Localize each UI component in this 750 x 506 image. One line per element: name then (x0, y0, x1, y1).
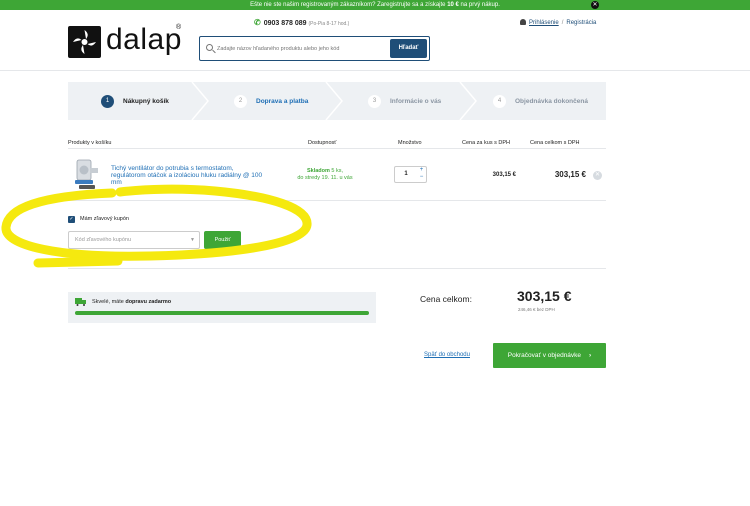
order-total-without-vat: 246,46 € bez DPH (518, 307, 555, 312)
delivery-date: do stredy 19. 11. u vás (297, 175, 353, 181)
banner-close-icon[interactable]: ✕ (591, 1, 599, 9)
col-availability: Dostupnosť (308, 140, 337, 146)
step-shipping-label: Doprava a platba (256, 97, 309, 105)
truck-icon (75, 298, 86, 306)
free-shipping-text: Skvelé, máte dopravu zadarmo (92, 299, 171, 305)
coupon-code-select[interactable]: Kód zľavového kupónu ▼ (68, 231, 200, 249)
search-icon (206, 44, 213, 51)
step-customer-info: 3 Informácie o vás (368, 82, 441, 120)
chevron-down-icon: ▼ (190, 237, 195, 243)
account-links: Prihlásenie / Registrácia (520, 19, 596, 26)
yellow-highlight-annotation (1, 184, 312, 268)
step-complete-label: Objednávka dokončená (515, 97, 588, 105)
quantity-value[interactable]: 1 (395, 167, 417, 182)
free-shipping-prefix: Skvelé, máte (92, 299, 126, 305)
quantity-decrease-button[interactable]: − (417, 174, 426, 181)
banner-text-prefix: Ešte nie ste našim registrovaným zákazní… (250, 2, 448, 8)
unit-price: 303,15 € (492, 172, 516, 178)
product-image[interactable] (74, 158, 100, 191)
coupon-divider (68, 268, 606, 269)
step-info-label: Informácie o vás (390, 97, 442, 105)
banner-text-suffix: na prvý nákup. (458, 2, 500, 8)
line-total-price: 303,15 € (554, 170, 586, 179)
step-info-number: 3 (368, 94, 381, 108)
apply-coupon-button[interactable]: Použiť (204, 231, 241, 249)
coupon-checkbox[interactable]: ✓ (68, 216, 75, 223)
contact-phone[interactable]: ✆ 0903 878 089 (Po-Pia 8-17 hod.) (254, 18, 349, 27)
row-divider (68, 200, 606, 201)
col-total-price: Cena celkom s DPH (530, 140, 580, 146)
step-complete-number: 4 (493, 94, 506, 108)
banner-highlight: 10 € (447, 2, 459, 8)
col-unit-price: Cena za kus s DPH (462, 140, 510, 146)
col-quantity: Množstvo (398, 140, 422, 146)
account-separator: / (561, 20, 564, 26)
free-shipping-box: Skvelé, máte dopravu zadarmo (68, 292, 376, 323)
product-availability: Skladom 5 ks, do stredy 19. 11. u vás (286, 168, 364, 182)
checkout-steps: 1 Nákupný košík 2 Doprava a platba 3 Inf… (68, 82, 606, 120)
register-link[interactable]: Registrácia (566, 20, 596, 26)
step-order-complete: 4 Objednávka dokončená (493, 82, 588, 120)
continue-order-label: Pokračovať v objednávke (507, 352, 582, 359)
step-shipping-number: 2 (234, 94, 247, 108)
logo-registered-mark: ® (176, 24, 182, 31)
quantity-increase-button[interactable]: + (417, 167, 426, 174)
phone-hours: (Po-Pia 8-17 hod.) (308, 21, 350, 27)
chevron-right-icon: › (589, 352, 592, 359)
free-shipping-progress-bar (75, 311, 369, 315)
step-shipping-payment[interactable]: 2 Doprava a platba (234, 82, 308, 120)
remove-item-icon[interactable]: ✕ (593, 171, 602, 180)
user-icon (520, 19, 526, 25)
coupon-select-placeholder: Kód zľavového kupónu (75, 237, 132, 243)
coupon-checkbox-label[interactable]: Mám zľavový kupón (80, 216, 129, 222)
step-cart-label: Nákupný košík (123, 97, 169, 105)
col-products: Produkty v košíku (68, 140, 112, 146)
order-total-amount: 303,15 € (517, 288, 572, 304)
phone-icon: ✆ (254, 18, 261, 27)
product-name-link[interactable]: Tichý ventilátor do potrubia s termostat… (111, 165, 266, 186)
logo-fan-icon (68, 26, 101, 58)
quantity-stepper[interactable]: 1 + − (394, 166, 427, 183)
table-header-divider (68, 148, 606, 149)
step-cart[interactable]: 1 Nákupný košík (101, 82, 169, 120)
stock-count: 5 ks, (329, 168, 344, 174)
top-promo-banner: Ešte nie ste našim registrovaným zákazní… (0, 0, 750, 10)
stock-status: Skladom (306, 168, 330, 174)
order-total-label: Cena celkom: (420, 294, 472, 304)
back-to-shop-link[interactable]: Späť do obchodu (424, 352, 470, 358)
search-input[interactable] (215, 39, 389, 59)
logo-wordmark: dalap (106, 23, 182, 56)
step-cart-number: 1 (101, 94, 114, 108)
phone-number: 0903 878 089 (263, 20, 307, 27)
free-shipping-bold: dopravu zadarmo (125, 299, 172, 305)
login-link[interactable]: Prihlásenie (529, 20, 559, 26)
search-button[interactable]: Hľadať (390, 39, 427, 58)
search-bar: Hľadať (199, 36, 430, 61)
continue-order-button[interactable]: Pokračovať v objednávke › (493, 343, 606, 368)
